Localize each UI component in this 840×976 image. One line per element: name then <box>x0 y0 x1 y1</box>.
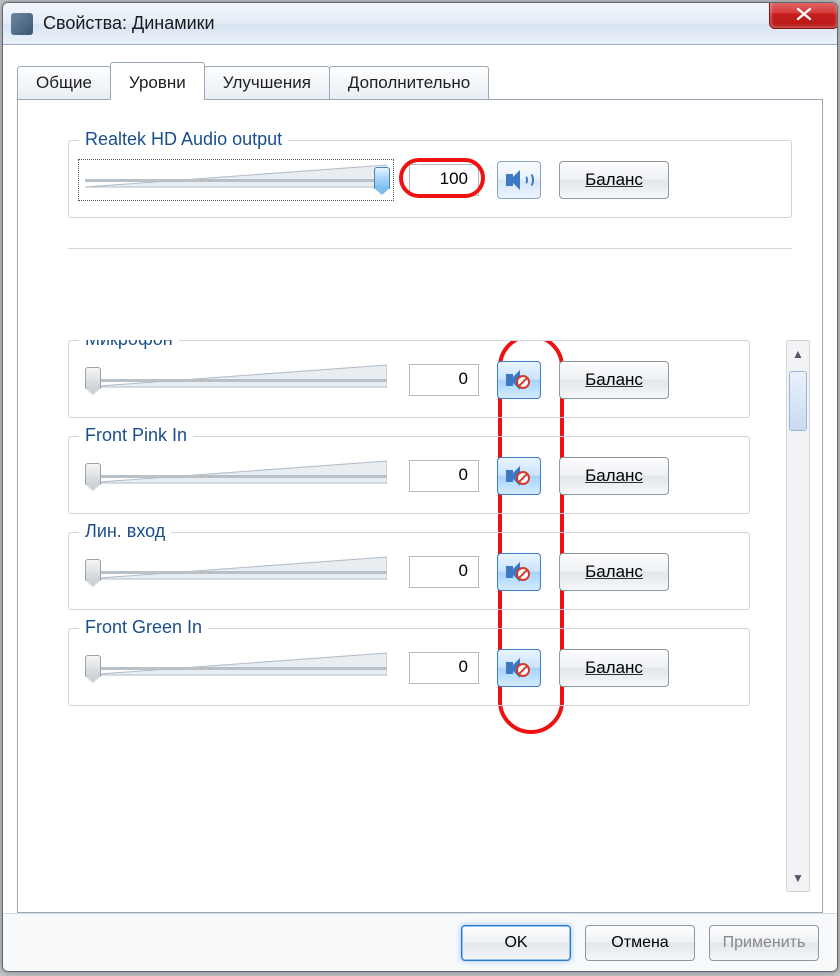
mute-button-channel[interactable] <box>497 649 541 687</box>
dialog-footer: OK Отмена Применить <box>3 913 837 971</box>
value-channel: 0 <box>409 652 479 684</box>
group-main-output: Realtek HD Audio output <box>68 140 792 218</box>
value-channel: 0 <box>409 556 479 588</box>
group-channel-2: Лин. вход 0 <box>68 532 750 610</box>
speaker-muted-icon <box>506 657 532 679</box>
group-channel-0: Микрофон 0 <box>68 340 750 418</box>
tab-levels[interactable]: Уровни <box>110 62 205 100</box>
slider-channel[interactable] <box>81 554 391 590</box>
apply-button[interactable]: Применить <box>709 925 819 961</box>
slider-channel[interactable] <box>81 362 391 398</box>
group-label-main: Realtek HD Audio output <box>79 129 288 150</box>
cancel-button[interactable]: Отмена <box>585 925 695 961</box>
close-button[interactable] <box>769 2 838 29</box>
tab-body-levels: Realtek HD Audio output <box>17 99 823 913</box>
group-label: Front Pink In <box>79 425 193 446</box>
mute-button-channel[interactable] <box>497 553 541 591</box>
scrollbar-thumb[interactable] <box>789 371 807 431</box>
balance-button-channel[interactable]: Баланс <box>559 457 669 495</box>
close-icon <box>795 7 813 21</box>
ok-button[interactable]: OK <box>461 925 571 961</box>
mute-button-main[interactable] <box>497 161 541 199</box>
balance-button-channel[interactable]: Баланс <box>559 649 669 687</box>
client-area: Общие Уровни Улучшения Дополнительно Rea… <box>3 45 837 913</box>
tabstrip: Общие Уровни Улучшения Дополнительно <box>17 59 823 99</box>
value-channel: 0 <box>409 364 479 396</box>
mute-button-channel[interactable] <box>497 361 541 399</box>
balance-button-main[interactable]: Баланс <box>559 161 669 199</box>
tab-enhancements[interactable]: Улучшения <box>204 66 330 99</box>
app-icon <box>11 13 33 35</box>
titlebar[interactable]: Свойства: Динамики <box>3 3 837 45</box>
balance-button-channel[interactable]: Баланс <box>559 553 669 591</box>
slider-channel[interactable] <box>81 650 391 686</box>
group-channel-3: Front Green In 0 <box>68 628 750 706</box>
tab-advanced[interactable]: Дополнительно <box>329 66 489 99</box>
group-channel-1: Front Pink In 0 <box>68 436 750 514</box>
group-label: Лин. вход <box>79 521 171 542</box>
value-channel: 0 <box>409 460 479 492</box>
value-main: 100 <box>409 164 479 196</box>
balance-button-channel[interactable]: Баланс <box>559 361 669 399</box>
scroll-down-icon[interactable]: ▼ <box>787 865 809 891</box>
channels-scroll: Микрофон 0 <box>68 340 810 892</box>
tab-general[interactable]: Общие <box>17 66 111 99</box>
speaker-icon <box>506 169 532 191</box>
window-title: Свойства: Динамики <box>43 13 215 34</box>
slider-channel[interactable] <box>81 458 391 494</box>
speaker-muted-icon <box>506 369 532 391</box>
speaker-muted-icon <box>506 465 532 487</box>
slider-main[interactable] <box>81 162 391 198</box>
group-label: Микрофон <box>79 340 179 350</box>
mute-button-channel[interactable] <box>497 457 541 495</box>
scroll-up-icon[interactable]: ▲ <box>787 341 809 367</box>
group-label: Front Green In <box>79 617 208 638</box>
properties-dialog: Свойства: Динамики Общие Уровни Улучшени… <box>2 2 838 972</box>
speaker-muted-icon <box>506 561 532 583</box>
divider <box>68 248 792 249</box>
vertical-scrollbar[interactable]: ▲ ▼ <box>786 340 810 892</box>
